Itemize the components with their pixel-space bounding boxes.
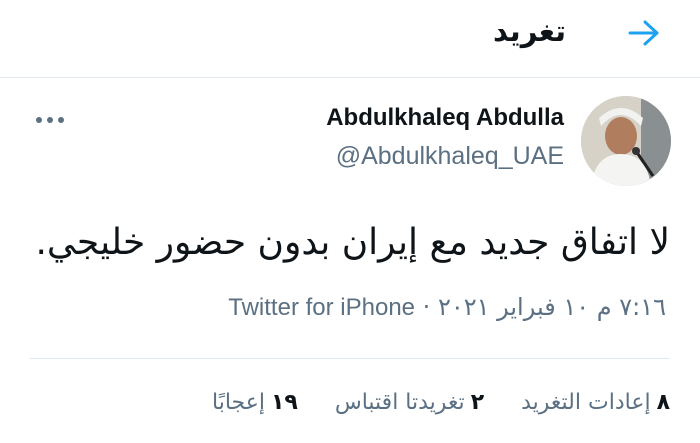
- tweet-stats: ٨إعادات التغريد ٢تغريدتا اقتباس ١٩إعجابً…: [182, 390, 670, 415]
- tweet-source[interactable]: Twitter for iPhone: [228, 294, 415, 321]
- retweets-stat[interactable]: ٨إعادات التغريد: [521, 390, 670, 415]
- retweets-count: ٨: [656, 390, 670, 415]
- retweets-label: إعادات التغريد: [521, 390, 651, 415]
- user-handle[interactable]: @Abdulkhaleq_UAE: [336, 142, 564, 171]
- tweet-time[interactable]: ٧:١٦ م: [597, 293, 666, 321]
- top-bar: تغريد: [0, 0, 700, 78]
- back-arrow-icon[interactable]: [624, 17, 664, 49]
- display-name[interactable]: Abdulkhaleq Abdulla: [326, 104, 564, 132]
- avatar-photo: [581, 96, 671, 186]
- meta-separator: ·: [422, 293, 431, 321]
- tweet-text: لا اتفاق جديد مع إيران بدون حضور خليجي.: [35, 222, 670, 263]
- likes-stat[interactable]: ١٩إعجابًا: [212, 390, 298, 415]
- quotes-stat[interactable]: ٢تغريدتا اقتباس: [335, 390, 484, 415]
- avatar[interactable]: [581, 96, 671, 186]
- more-options-icon[interactable]: [32, 108, 72, 132]
- likes-label: إعجابًا: [212, 390, 265, 415]
- likes-count: ١٩: [270, 390, 298, 415]
- quotes-label: تغريدتا اقتباس: [334, 390, 465, 415]
- quotes-count: ٢: [470, 390, 485, 415]
- tweet-date[interactable]: ١٠ فبراير ٢٠٢١: [438, 293, 589, 321]
- divider: [30, 358, 670, 359]
- tweet-meta: ٧:١٦ م ١٠ فبراير ٢٠٢١ · Twitter for iPho…: [228, 293, 666, 322]
- page-title: تغريد: [493, 14, 566, 48]
